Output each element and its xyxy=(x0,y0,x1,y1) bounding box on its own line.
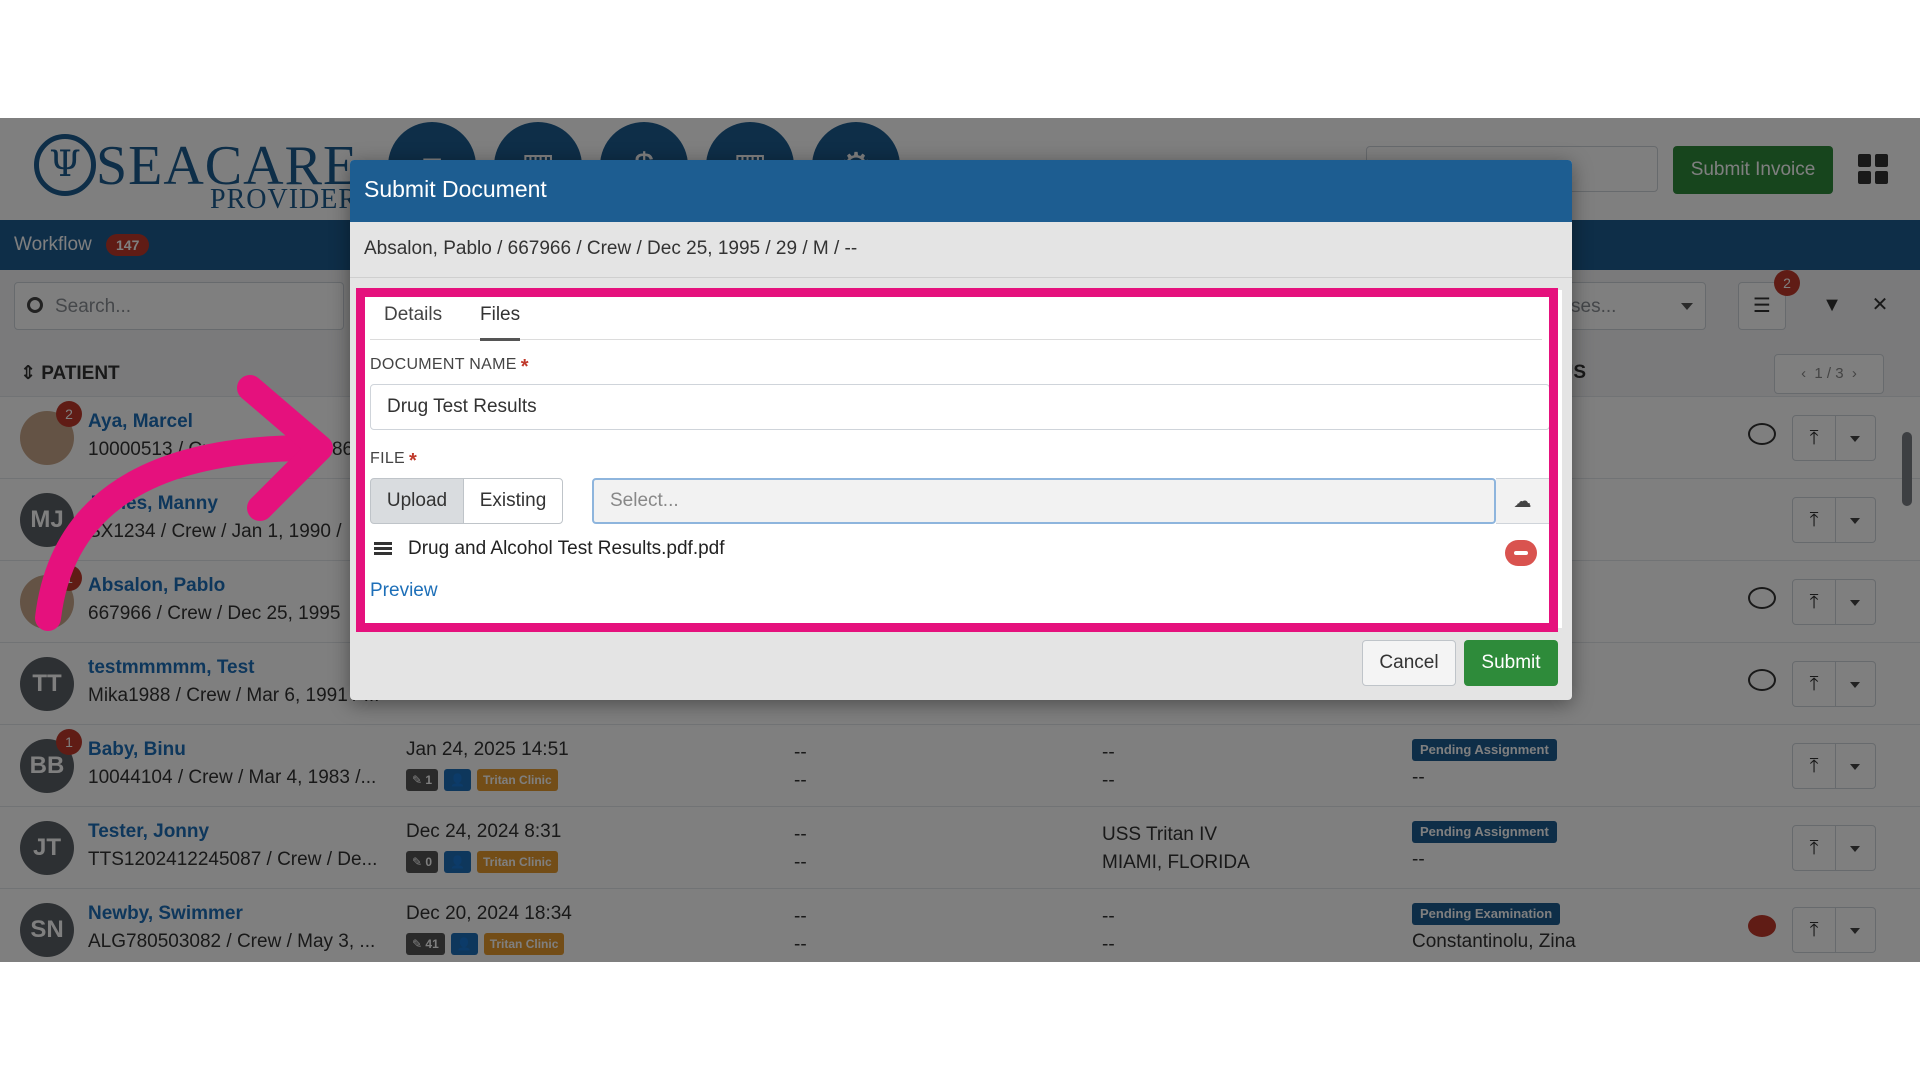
app-screen: Ψ SEACARE PROVIDER ≡ ▦ $ ▥ ⚙ Submit Invo… xyxy=(0,118,1920,962)
remove-file-button[interactable] xyxy=(1505,540,1537,566)
attached-file-name: Drug and Alcohol Test Results.pdf.pdf xyxy=(408,538,725,559)
document-name-label: DOCUMENT NAME * xyxy=(370,356,529,379)
annotation-arrow-icon xyxy=(35,375,333,631)
tab-files[interactable]: Files xyxy=(480,304,521,341)
modal-body: Details Files DOCUMENT NAME * Drug Test R… xyxy=(360,290,1562,628)
modal-tabs: Details Files xyxy=(370,290,1542,341)
upload-toggle-button[interactable]: Upload xyxy=(370,478,464,524)
tab-details[interactable]: Details xyxy=(384,304,442,338)
modal-title: Submit Document xyxy=(364,176,547,202)
modal-header: Submit Document xyxy=(350,160,1572,222)
submit-document-modal: Submit Document Absalon, Pablo / 667966 … xyxy=(350,160,1572,700)
cloud-upload-icon[interactable]: ☁ xyxy=(1496,478,1550,524)
file-list-icon xyxy=(374,542,392,558)
file-select-input[interactable]: Select... xyxy=(592,478,1496,524)
document-name-input[interactable]: Drug Test Results xyxy=(370,384,1550,430)
patient-summary: Absalon, Pablo / 667966 / Crew / Dec 25,… xyxy=(350,222,1572,278)
preview-link[interactable]: Preview xyxy=(370,580,438,602)
file-label: FILE * xyxy=(370,450,417,473)
existing-toggle-button[interactable]: Existing xyxy=(463,478,563,524)
submit-button[interactable]: Submit xyxy=(1464,640,1558,686)
required-asterisk: * xyxy=(409,450,418,472)
document-name-label-text: DOCUMENT NAME xyxy=(370,356,517,373)
cancel-button[interactable]: Cancel xyxy=(1362,640,1456,686)
required-asterisk: * xyxy=(520,356,529,378)
patient-summary-text: Absalon, Pablo / 667966 / Crew / Dec 25,… xyxy=(364,238,858,259)
file-label-text: FILE xyxy=(370,450,405,467)
